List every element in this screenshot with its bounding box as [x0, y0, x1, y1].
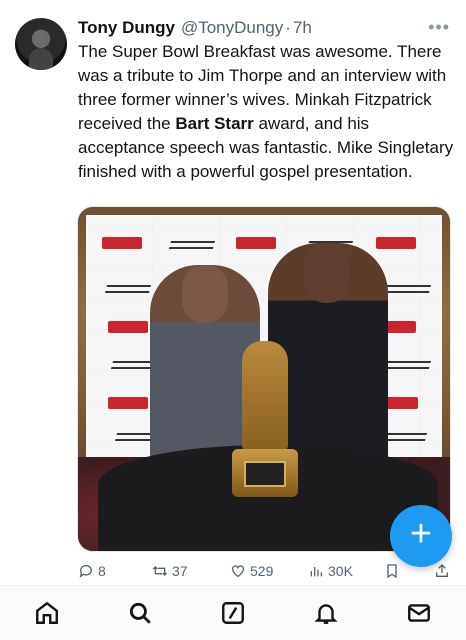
- tweet-text: The Super Bowl Breakfast was awesome. Th…: [78, 40, 454, 184]
- retweet-count: 37: [172, 563, 188, 579]
- reply-icon: [79, 565, 92, 578]
- retweet-icon: [152, 566, 168, 576]
- tweet-text-bold: Bart Starr: [175, 114, 254, 133]
- trophy-figures: [242, 341, 288, 451]
- tweet[interactable]: Tony Dungy @TonyDungy · 7h ••• The Super…: [0, 0, 466, 585]
- like-count: 529: [250, 563, 274, 579]
- backdrop-logo: [236, 237, 276, 249]
- backdrop-logo: [108, 397, 148, 409]
- tab-messages[interactable]: [399, 593, 439, 633]
- trophy-plaque: [244, 461, 286, 487]
- trophy: [230, 341, 300, 499]
- backdrop-logo: [376, 237, 416, 249]
- tab-compose[interactable]: [213, 593, 253, 633]
- reply-count: 8: [98, 563, 106, 579]
- tweet-header: Tony Dungy @TonyDungy · 7h •••: [78, 17, 456, 39]
- compose-tweet-button[interactable]: +: [390, 505, 452, 567]
- author-handle[interactable]: @TonyDungy: [181, 18, 283, 38]
- tab-notifications[interactable]: [306, 593, 346, 633]
- tweet-photo[interactable]: [77, 206, 451, 552]
- views-chart-icon: [310, 567, 322, 577]
- compose-icon: [222, 602, 244, 624]
- tweet-actions: 8 37 529 30K: [78, 563, 458, 583]
- messages-icon: [408, 604, 431, 622]
- search-icon: [129, 602, 151, 624]
- plus-icon: +: [409, 513, 433, 555]
- home-icon: [35, 601, 58, 624]
- tab-home[interactable]: [27, 593, 67, 633]
- share-button[interactable]: [434, 563, 454, 579]
- retweet-button[interactable]: 37: [152, 563, 188, 579]
- bookmark-button[interactable]: [384, 563, 404, 579]
- bottom-tab-bar: [0, 585, 466, 640]
- tweet-time[interactable]: 7h: [293, 18, 312, 38]
- backdrop-logo: [384, 285, 432, 293]
- backdrop-logo: [102, 237, 142, 249]
- heart-icon: [232, 565, 244, 578]
- author-name[interactable]: Tony Dungy: [78, 18, 175, 38]
- share-icon: [436, 564, 448, 577]
- views-count: 30K: [328, 563, 353, 579]
- bookmark-icon: [387, 564, 397, 579]
- backdrop-logo: [104, 285, 152, 293]
- avatar[interactable]: [15, 18, 67, 70]
- like-button[interactable]: 529: [230, 563, 273, 579]
- views-button[interactable]: 30K: [308, 563, 353, 579]
- notifications-icon: [314, 604, 338, 624]
- backdrop-logo: [108, 321, 148, 333]
- separator-dot: ·: [285, 18, 291, 37]
- reply-button[interactable]: 8: [78, 563, 106, 579]
- backdrop-logo: [168, 241, 216, 249]
- tab-search[interactable]: [120, 593, 160, 633]
- backdrop-logo: [384, 361, 432, 369]
- ellipsis-icon[interactable]: •••: [428, 17, 450, 38]
